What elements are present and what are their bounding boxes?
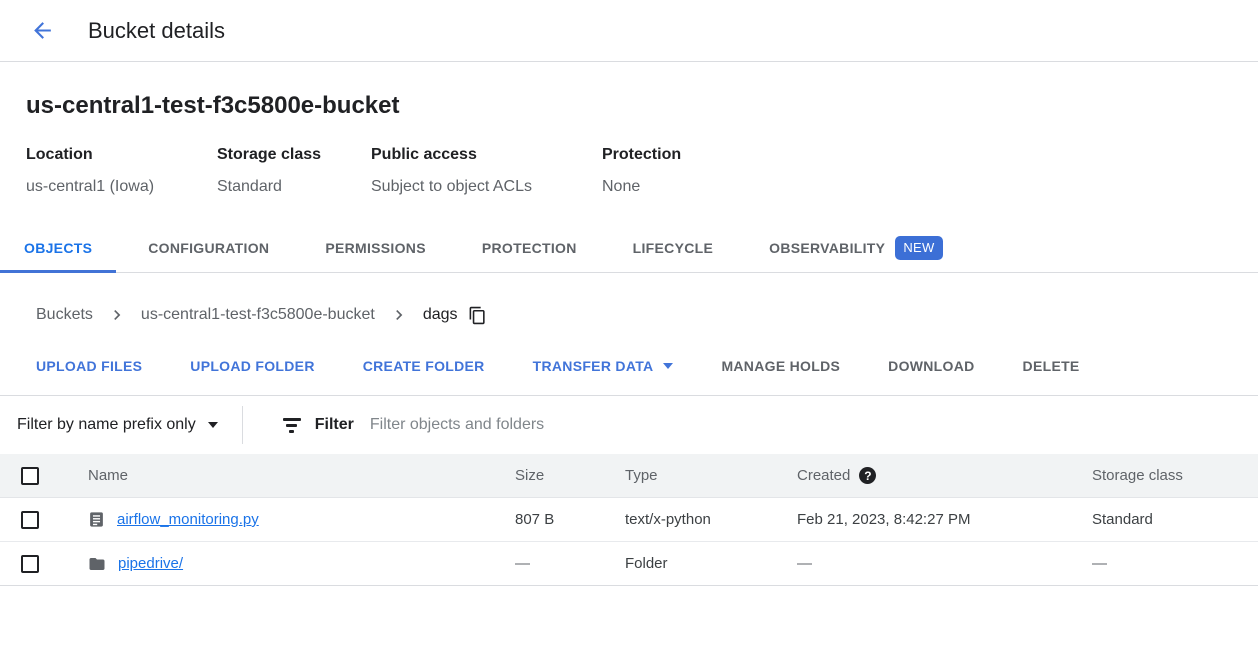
object-name-cell: airflow_monitoring.py bbox=[88, 511, 515, 528]
arrow-back-icon bbox=[30, 18, 55, 43]
column-header-created: Created ? bbox=[797, 467, 1092, 484]
tab-observability[interactable]: OBSERVABILITY NEW bbox=[745, 224, 966, 272]
bucket-meta-row: Location us-central1 (Iowa) Storage clas… bbox=[26, 146, 1232, 196]
created-label: Created bbox=[797, 467, 850, 484]
meta-label: Public access bbox=[371, 146, 602, 164]
table-header-row: Name Size Type Created ? Storage class bbox=[0, 454, 1258, 498]
object-type: Folder bbox=[625, 555, 797, 572]
row-checkbox[interactable] bbox=[21, 555, 39, 573]
objects-table: Name Size Type Created ? Storage class a… bbox=[0, 454, 1258, 586]
breadcrumb-buckets[interactable]: Buckets bbox=[36, 306, 93, 324]
back-button[interactable] bbox=[22, 11, 62, 51]
row-checkbox-cell bbox=[0, 555, 88, 573]
header-checkbox-cell bbox=[0, 467, 88, 485]
object-type: text/x-python bbox=[625, 511, 797, 528]
object-created: — bbox=[797, 555, 1092, 572]
row-checkbox-cell bbox=[0, 511, 88, 529]
breadcrumb: Buckets us-central1-test-f3c5800e-bucket… bbox=[0, 273, 1258, 325]
breadcrumb-current-folder: dags bbox=[423, 306, 458, 324]
filter-input[interactable] bbox=[370, 396, 1258, 454]
breadcrumb-bucket-name[interactable]: us-central1-test-f3c5800e-bucket bbox=[141, 306, 375, 324]
upload-folder-button[interactable]: UPLOAD FOLDER bbox=[190, 358, 314, 374]
select-all-checkbox[interactable] bbox=[21, 467, 39, 485]
filter-scope-label: Filter by name prefix only bbox=[17, 416, 196, 434]
meta-value: Standard bbox=[217, 178, 371, 196]
object-name-cell: pipedrive/ bbox=[88, 555, 515, 573]
object-link[interactable]: pipedrive/ bbox=[118, 555, 183, 572]
download-button[interactable]: DOWNLOAD bbox=[888, 358, 974, 374]
column-header-size: Size bbox=[515, 467, 625, 484]
vertical-divider bbox=[242, 406, 243, 444]
meta-protection: Protection None bbox=[602, 146, 681, 196]
tab-objects[interactable]: OBJECTS bbox=[0, 224, 116, 272]
tab-configuration[interactable]: CONFIGURATION bbox=[124, 224, 293, 272]
meta-label: Protection bbox=[602, 146, 681, 164]
transfer-data-button[interactable]: TRANSFER DATA bbox=[533, 358, 674, 374]
bucket-summary: us-central1-test-f3c5800e-bucket Locatio… bbox=[0, 92, 1258, 196]
chevron-right-icon bbox=[389, 305, 409, 325]
page-title: Bucket details bbox=[88, 18, 225, 44]
bucket-name: us-central1-test-f3c5800e-bucket bbox=[26, 92, 1232, 120]
new-badge: NEW bbox=[895, 236, 942, 260]
object-storage-class: — bbox=[1092, 555, 1258, 572]
column-header-type: Type bbox=[625, 467, 797, 484]
row-checkbox[interactable] bbox=[21, 511, 39, 529]
folder-icon bbox=[88, 555, 106, 573]
tab-observability-label: OBSERVABILITY bbox=[769, 240, 885, 256]
meta-value: None bbox=[602, 178, 681, 196]
filter-scope-dropdown[interactable]: Filter by name prefix only bbox=[0, 396, 242, 454]
object-created: Feb 21, 2023, 8:42:27 PM bbox=[797, 511, 1092, 528]
delete-button[interactable]: DELETE bbox=[1023, 358, 1080, 374]
meta-public-access: Public access Subject to object ACLs bbox=[371, 146, 602, 196]
manage-holds-button[interactable]: MANAGE HOLDS bbox=[721, 358, 840, 374]
top-app-bar: Bucket details bbox=[0, 0, 1258, 62]
dropdown-caret-icon bbox=[208, 422, 218, 428]
copy-icon bbox=[468, 306, 487, 325]
file-icon bbox=[88, 511, 105, 528]
tab-protection[interactable]: PROTECTION bbox=[458, 224, 601, 272]
filter-bar: Filter by name prefix only Filter bbox=[0, 395, 1258, 454]
create-folder-button[interactable]: CREATE FOLDER bbox=[363, 358, 485, 374]
meta-location: Location us-central1 (Iowa) bbox=[26, 146, 217, 196]
meta-storage-class: Storage class Standard bbox=[217, 146, 371, 196]
object-link[interactable]: airflow_monitoring.py bbox=[117, 511, 259, 528]
object-size: — bbox=[515, 555, 625, 572]
meta-value: us-central1 (Iowa) bbox=[26, 178, 217, 196]
tab-bar: OBJECTS CONFIGURATION PERMISSIONS PROTEC… bbox=[0, 224, 1258, 273]
meta-label: Storage class bbox=[217, 146, 371, 164]
column-header-storage-class: Storage class bbox=[1092, 467, 1258, 484]
meta-label: Location bbox=[26, 146, 217, 164]
filter-icon bbox=[283, 418, 301, 433]
tab-permissions[interactable]: PERMISSIONS bbox=[301, 224, 450, 272]
object-action-bar: UPLOAD FILES UPLOAD FOLDER CREATE FOLDER… bbox=[0, 325, 1258, 381]
column-header-name: Name bbox=[88, 467, 515, 484]
upload-files-button[interactable]: UPLOAD FILES bbox=[36, 358, 142, 374]
object-storage-class: Standard bbox=[1092, 511, 1258, 528]
table-row: pipedrive/ — Folder — — bbox=[0, 542, 1258, 586]
transfer-data-label: TRANSFER DATA bbox=[533, 358, 654, 374]
copy-path-button[interactable] bbox=[468, 306, 487, 325]
tab-lifecycle[interactable]: LIFECYCLE bbox=[609, 224, 737, 272]
filter-label: Filter bbox=[315, 416, 354, 434]
object-size: 807 B bbox=[515, 511, 625, 528]
help-icon[interactable]: ? bbox=[859, 467, 876, 484]
chevron-right-icon bbox=[107, 305, 127, 325]
table-row: airflow_monitoring.py 807 B text/x-pytho… bbox=[0, 498, 1258, 542]
meta-value: Subject to object ACLs bbox=[371, 178, 602, 196]
dropdown-caret-icon bbox=[663, 363, 673, 369]
